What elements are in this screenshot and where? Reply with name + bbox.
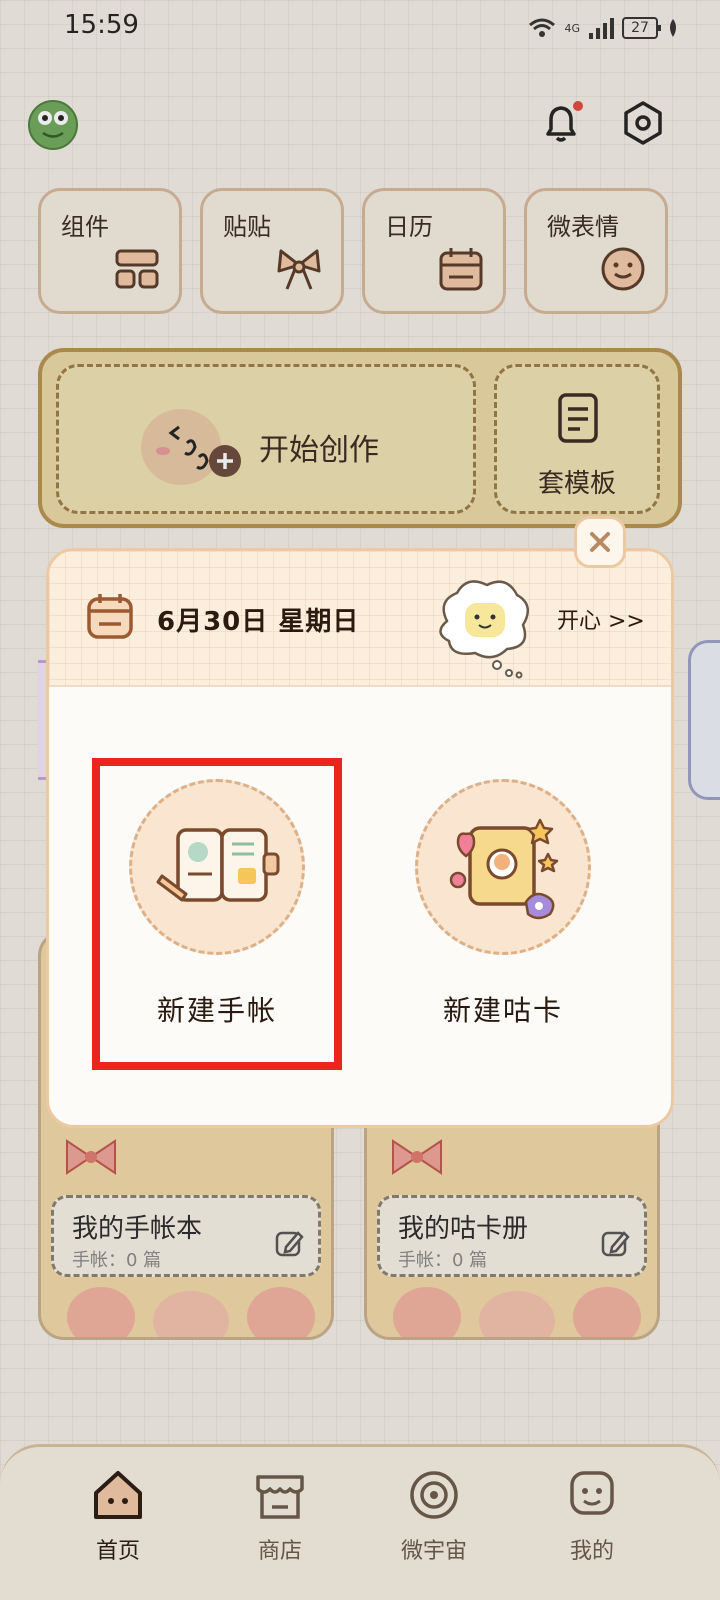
close-icon	[590, 532, 610, 552]
highlight-box	[92, 758, 342, 1070]
goo-card-icon	[449, 818, 559, 920]
dialog-header: 6月30日 星期日 开心 >>	[49, 551, 671, 687]
dialog-date: 6月30日 星期日	[157, 607, 360, 637]
calendar-icon	[87, 594, 133, 639]
new-goo-card-option[interactable]: 新建咕卡	[379, 743, 627, 1043]
mood-cloud-icon[interactable]	[427, 571, 539, 683]
mood-link[interactable]: 开心 >>	[557, 603, 645, 635]
close-button[interactable]	[574, 516, 626, 568]
option-label: 新建咕卡	[442, 994, 563, 1027]
option-circle	[415, 779, 591, 955]
